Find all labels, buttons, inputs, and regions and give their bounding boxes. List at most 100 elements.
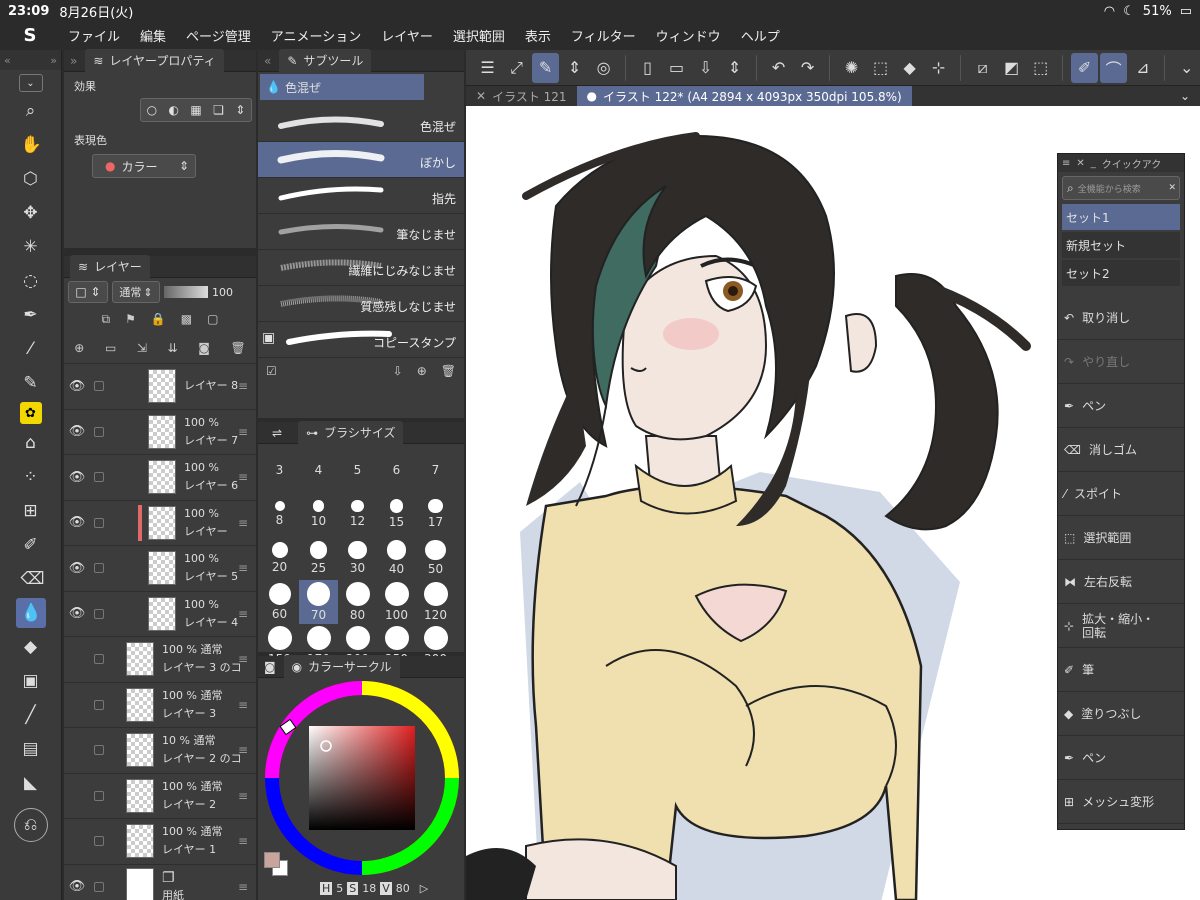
expand-icon[interactable]: »	[50, 54, 57, 67]
drag-handle-icon[interactable]: ≡	[238, 834, 248, 848]
vector-tool-icon[interactable]: ✐	[16, 530, 46, 560]
menu-view[interactable]: 表示	[515, 26, 561, 45]
brush-size-option[interactable]: 30	[338, 536, 377, 580]
frame-tool-icon[interactable]: ▤	[16, 734, 46, 764]
companion-icon[interactable]: ◎	[590, 53, 617, 83]
close-icon[interactable]: ✕	[476, 89, 486, 103]
menu-icon[interactable]: ☰	[474, 53, 501, 83]
brush-size-option[interactable]: 17	[416, 492, 455, 536]
brush-size-option[interactable]: 6	[377, 448, 416, 492]
layer-row[interactable]: 100 % 通常 レイヤー 1 ≡	[64, 819, 256, 865]
layer-checkbox[interactable]	[94, 745, 104, 756]
subtool-settings-icon[interactable]: ☑	[266, 364, 277, 378]
drag-handle-icon[interactable]: ≡	[1062, 158, 1070, 169]
auto-select-tool-icon[interactable]: ✳	[16, 232, 46, 262]
tool-dropdown-button[interactable]: ⌄	[18, 74, 43, 92]
layer-checkbox[interactable]	[94, 836, 104, 847]
brush-size-option[interactable]: 7	[416, 448, 455, 492]
menu-page[interactable]: ページ管理	[176, 26, 261, 45]
create-mask-icon[interactable]: ◙	[198, 341, 210, 355]
drag-handle-icon[interactable]: ≡	[238, 561, 248, 575]
drag-handle-icon[interactable]: ≡	[238, 379, 248, 393]
collapse-icon[interactable]: »	[70, 54, 77, 68]
deselect-icon[interactable]: ⧄	[969, 53, 996, 83]
blend-tool-icon[interactable]: 💧	[15, 598, 46, 628]
layer-checkbox[interactable]	[94, 426, 104, 437]
layer-row[interactable]: 👁 100 % レイヤー 4 ≡	[64, 592, 256, 637]
zoom-tool-icon[interactable]: ⌕	[16, 96, 46, 126]
tab-layer-property[interactable]: ≋ レイヤープロパティ	[85, 49, 224, 72]
set-2[interactable]: セット2	[1062, 260, 1180, 286]
trash-icon[interactable]: 🗑	[230, 341, 245, 355]
lock-transparency-icon[interactable]: ▩	[181, 312, 192, 326]
layer-checkbox[interactable]	[94, 517, 104, 528]
menu-layer[interactable]: レイヤー	[371, 26, 443, 45]
brush-size-option[interactable]: 60	[260, 580, 299, 624]
qa-eraser[interactable]: ⌫ 消しゴム	[1058, 428, 1184, 472]
brush-size-option[interactable]: 40	[377, 536, 416, 580]
drag-handle-icon[interactable]: ≡	[238, 607, 248, 621]
menu-file[interactable]: ファイル	[58, 26, 130, 45]
layer-row[interactable]: 👁 100 % レイヤー 5 ≡	[64, 546, 256, 592]
tab-brush-size[interactable]: ⊶ ブラシサイズ	[298, 421, 404, 444]
building-tool-icon[interactable]: ⌂	[16, 428, 46, 458]
drag-handle-icon[interactable]: ≡	[238, 789, 248, 803]
merge-down-icon[interactable]: ⇊	[168, 341, 178, 355]
menu-filter[interactable]: フィルター	[561, 26, 646, 45]
layer-row-paper[interactable]: 👁 ❐ 用紙 ≡	[64, 865, 256, 900]
color-wheel[interactable]	[258, 678, 464, 878]
expression-color-select[interactable]: ● カラー ⇕	[92, 154, 196, 178]
copy-subtool-icon[interactable]: ⊕	[417, 364, 427, 378]
brush-size-option[interactable]: 8	[260, 492, 299, 536]
set-1[interactable]: セット1	[1062, 204, 1180, 230]
drag-handle-icon[interactable]: ≡	[238, 698, 248, 712]
eye-icon[interactable]: 👁	[64, 606, 90, 621]
3d-tool-icon[interactable]: ⬡	[16, 164, 46, 194]
eye-icon[interactable]: 👁	[64, 561, 90, 576]
halftone-effect-icon[interactable]: ▦	[190, 103, 201, 117]
brush-item[interactable]: 色混ぜ	[258, 102, 464, 142]
current-color-swatches[interactable]	[264, 852, 288, 876]
brush-size-option[interactable]: 80	[338, 580, 377, 624]
layer-row[interactable]: 100 % 通常 レイヤー 2 ≡	[64, 774, 256, 819]
invert-selection-icon[interactable]: ◩	[998, 53, 1025, 83]
new-raster-layer-icon[interactable]: ⊕	[74, 341, 84, 355]
qa-fill[interactable]: ◆ 塗りつぶし	[1058, 692, 1184, 736]
collapse-icon[interactable]: «	[264, 54, 271, 68]
layer-row[interactable]: 100 % 通常 レイヤー 3 ≡	[64, 683, 256, 728]
collapse-icon[interactable]: «	[4, 54, 11, 67]
color-swap-icon[interactable]: ⎌	[13, 808, 48, 842]
menu-edit[interactable]: 編集	[130, 26, 176, 45]
qa-mesh-transform[interactable]: ⊞ メッシュ変形	[1058, 780, 1184, 824]
qa-eyedropper[interactable]: ⁄ スポイト	[1058, 472, 1184, 516]
fill-icon[interactable]: ◆	[896, 53, 923, 83]
open-folder-icon[interactable]: ▭	[663, 53, 690, 83]
tab-layer[interactable]: ≋ レイヤー	[70, 255, 150, 278]
redo-icon[interactable]: ↷	[794, 53, 821, 83]
search-field[interactable]: ⌕ 全機能から検索 ✕	[1062, 176, 1180, 200]
fill-tool-icon[interactable]: ◆	[16, 632, 46, 662]
layer-checkbox[interactable]	[94, 472, 104, 483]
layer-checkbox[interactable]	[94, 563, 104, 574]
figure-tool-icon[interactable]: ⊞	[16, 496, 46, 526]
brush-size-option[interactable]: 15	[377, 492, 416, 536]
mask-icon[interactable]: ▢	[207, 312, 218, 326]
layer-row[interactable]: 👁 100 % レイヤー 7 ≡	[64, 410, 256, 455]
lasso-tool-icon[interactable]: ◌	[16, 266, 46, 296]
brush-item[interactable]: 指先	[258, 178, 464, 214]
eye-icon[interactable]: 👁	[64, 879, 90, 894]
layer-checkbox[interactable]	[94, 654, 104, 665]
layer-row[interactable]: 100 % 通常 レイヤー 3 のコ ≡	[64, 637, 256, 683]
effect-buttons[interactable]: ○ ◐ ▦ ❏ ⇕	[140, 98, 252, 122]
menu-window[interactable]: ウィンドウ	[646, 26, 731, 45]
set-new[interactable]: 新規セット	[1062, 232, 1180, 258]
eye-icon[interactable]: 👁	[64, 379, 90, 394]
ruler-icon[interactable]: ⊿	[1129, 53, 1156, 83]
chevron-down-icon[interactable]: ⌄	[1180, 89, 1190, 103]
qa-redo[interactable]: ↷ やり直し	[1058, 340, 1184, 384]
layer-color-icon[interactable]: ❏	[213, 103, 224, 117]
eye-icon[interactable]: 👁	[64, 424, 90, 439]
brush-item[interactable]: 繊維にじみなじませ	[258, 250, 464, 286]
brush-size-option[interactable]: 25	[299, 536, 338, 580]
eye-icon[interactable]: 👁	[64, 515, 90, 530]
